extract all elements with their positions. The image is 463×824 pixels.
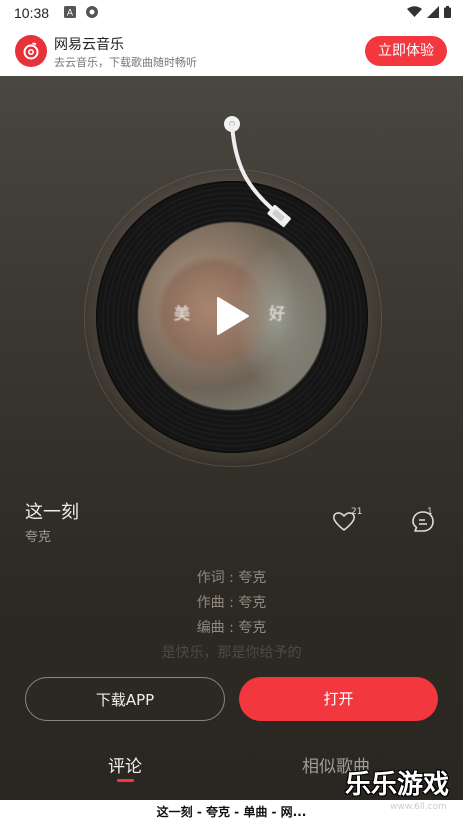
song-artist[interactable]: 夸克 — [25, 526, 51, 545]
lyric-line: 是快乐，那是你给予的 — [161, 645, 302, 661]
watermark-text: 乐乐游戏 — [345, 770, 450, 800]
status-right-icons — [407, 6, 451, 18]
lyrics-panel: 作词 : 夸克 作曲 : 夸克 编曲 : 夸克 是快乐，那是你给予的 — [0, 566, 463, 666]
play-icon[interactable] — [214, 296, 250, 336]
tonearm-icon — [224, 116, 291, 228]
status-bar: 10:38 A — [0, 0, 463, 26]
download-app-button[interactable]: 下载APP — [25, 677, 225, 721]
battery-icon — [444, 6, 451, 18]
cover-text-left: 美 — [174, 304, 191, 323]
try-now-button[interactable]: 立即体验 — [365, 36, 447, 66]
active-tab-indicator — [117, 779, 134, 782]
banner-tagline: 去云音乐，下载歌曲随时畅听 — [54, 56, 197, 69]
song-title: 这一刻 — [25, 502, 79, 523]
player-area: 美 好 这一刻 夸克 21 1 作词 : 夸克 作曲 : 夸克 编曲 : 夸克 … — [0, 76, 463, 800]
lyric-line: 作曲 : 夸克 — [196, 595, 267, 611]
comment-count: 1 — [427, 507, 433, 517]
app-download-banner: 网易云音乐 去云音乐，下载歌曲随时畅听 立即体验 — [0, 26, 463, 77]
svg-text:A: A — [67, 9, 74, 19]
wifi-icon — [407, 6, 422, 17]
lyric-line: 作词 : 夸克 — [196, 570, 267, 586]
cover-text-right: 好 — [269, 304, 286, 323]
like-count: 21 — [351, 507, 363, 517]
netease-music-logo-icon — [15, 35, 47, 67]
watermark-url: www.6ll.com — [390, 802, 447, 812]
status-time: 10:38 — [14, 5, 50, 21]
cellular-signal-icon — [427, 6, 439, 18]
sync-notification-icon — [86, 6, 98, 18]
tab-comments[interactable]: 评论 — [108, 752, 142, 777]
lyric-line: 编曲 : 夸克 — [196, 620, 267, 636]
app-notification-icon: A — [64, 6, 76, 18]
banner-app-name: 网易云音乐 — [54, 37, 124, 53]
open-button[interactable]: 打开 — [239, 677, 438, 721]
